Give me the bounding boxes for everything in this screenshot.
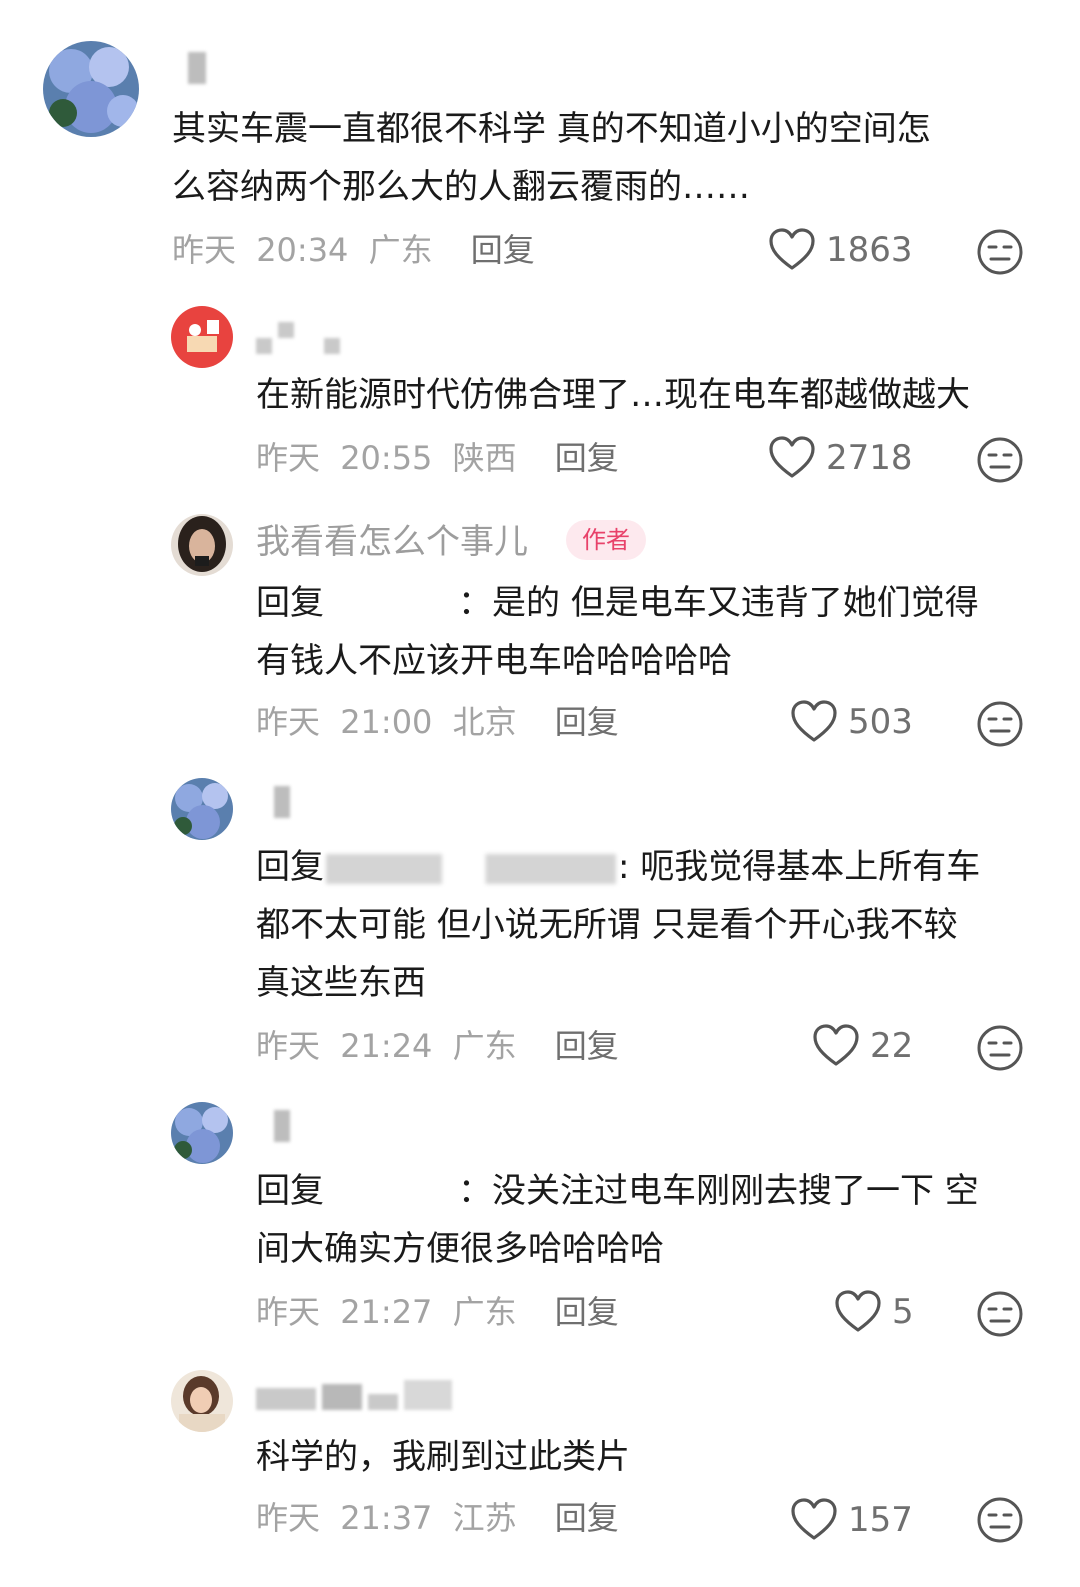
reply-button[interactable]: 回复 [555,703,619,741]
comment-meta: 昨天 20:55 陕西 回复 [256,436,619,480]
comment-text-line: 真这些东西 [256,963,426,1003]
avatar[interactable] [171,1370,233,1432]
comment-time: 20:55 [340,439,433,477]
comment-text: 回复 ：没关注过电车刚刚去搜了一下 空 间大确实方便很多哈哈哈哈 [256,1162,979,1278]
comment-location: 广东 [368,231,433,269]
comment-text: 科学的，我刷到过此类片 [256,1428,630,1486]
like-button[interactable]: 22 [812,1024,913,1068]
comment-meta: 昨天 21:27 广东 回复 [256,1290,619,1334]
reply-button[interactable]: 回复 [471,231,535,269]
avatar[interactable] [171,1102,233,1164]
comment-text-line: 在新能源时代仿佛合理了…现在电车都越做越大 [256,375,970,415]
author-username[interactable]: 我看看怎么个事儿 [256,520,528,564]
reply-button[interactable]: 回复 [555,1027,619,1065]
heart-outline-icon [813,1024,859,1066]
comment-day: 昨天 [256,439,321,477]
comment-text-segment: ：是的 但是电车又违背了她们觉得 [458,583,979,623]
reply-button[interactable]: 回复 [555,1293,619,1331]
username-redacted[interactable] [274,786,290,818]
comment-meta: 昨天 20:34 广东 回复 [172,228,535,272]
avatar[interactable] [171,306,233,368]
comment-meta: 昨天 21:37 江苏 回复 [256,1496,619,1540]
dislike-button[interactable] [976,1024,1024,1072]
redacted-username [326,590,456,620]
comment-day: 昨天 [256,1499,321,1537]
heart-outline-icon [769,436,815,478]
reply-prefix: 回复 [256,1171,324,1211]
reply-button[interactable]: 回复 [555,439,619,477]
dislike-button[interactable] [976,436,1024,484]
reply-button[interactable]: 回复 [555,1499,619,1537]
like-button[interactable]: 2718 [768,436,913,480]
username-redacted[interactable] [274,1110,290,1142]
comment-meta: 昨天 21:00 北京 回复 [256,700,619,744]
neutral-face-icon [977,229,1023,275]
comment-text-line: 都不太可能 但小说无所谓 只是看个开心我不较 [256,905,958,945]
like-button[interactable]: 5 [834,1290,914,1334]
neutral-face-icon [977,1025,1023,1071]
like-button[interactable]: 157 [790,1498,913,1542]
comment-text-line: 其实车震一直都很不科学 真的不知道小小的空间怎 [172,109,931,149]
avatar[interactable] [171,514,233,576]
like-count: 1863 [826,230,913,270]
dislike-button[interactable] [976,1290,1024,1338]
username-redacted[interactable] [256,1380,452,1410]
like-count: 503 [848,702,913,742]
avatar[interactable] [171,778,233,840]
heart-outline-icon [769,228,815,270]
comment-time: 21:37 [340,1499,433,1537]
comment-text-line: 回复 ：没关注过电车刚刚去搜了一下 空 [256,1162,979,1220]
like-count: 2718 [826,438,913,478]
comment-text-line: 回复 : 呃我觉得基本上所有车 [256,838,980,896]
neutral-face-icon [977,1497,1023,1543]
comment-location: 北京 [452,703,517,741]
avatar[interactable] [43,41,139,137]
redacted-username [326,853,616,884]
like-count: 157 [848,1500,913,1540]
reply-prefix: 回复 [256,583,324,623]
comment-text-segment: : 呃我觉得基本上所有车 [618,847,981,887]
comment-text-line: 科学的，我刷到过此类片 [256,1437,630,1477]
comment-location: 广东 [452,1027,517,1065]
comment-time: 21:00 [340,703,433,741]
comment-location: 江苏 [452,1499,517,1537]
comment-time: 21:24 [340,1027,433,1065]
neutral-face-icon [977,437,1023,483]
comment-time: 21:27 [340,1293,433,1331]
comment-text-line: 有钱人不应该开电车哈哈哈哈哈 [256,641,732,681]
comment-text-line: 么容纳两个那么大的人翻云覆雨的…… [172,167,750,207]
dislike-button[interactable] [976,1496,1024,1544]
redacted-username [326,1178,456,1208]
comment-text: 回复 ：是的 但是电车又违背了她们觉得 有钱人不应该开电车哈哈哈哈哈 [256,574,979,690]
username-redacted[interactable] [256,322,340,354]
comment-day: 昨天 [256,1027,321,1065]
like-button[interactable]: 503 [790,700,913,744]
like-button[interactable]: 1863 [768,228,913,272]
comment-time: 20:34 [256,231,349,269]
comment-location: 陕西 [452,439,517,477]
heart-outline-icon [791,1498,837,1540]
comment-day: 昨天 [256,703,321,741]
dislike-button[interactable] [976,228,1024,276]
comment-text-line: 回复 ：是的 但是电车又违背了她们觉得 [256,574,979,632]
heart-outline-icon [835,1290,881,1332]
reply-prefix: 回复 [256,847,324,887]
neutral-face-icon [977,1291,1023,1337]
comment-text: 在新能源时代仿佛合理了…现在电车都越做越大 [256,366,970,424]
heart-outline-icon [791,700,837,742]
username-redacted[interactable] [188,52,206,84]
like-count: 5 [892,1292,914,1332]
comment-text-segment: ：没关注过电车刚刚去搜了一下 空 [458,1171,979,1211]
comment-day: 昨天 [172,231,237,269]
comment-text: 回复 : 呃我觉得基本上所有车 都不太可能 但小说无所谓 只是看个开心我不较 真这… [256,838,980,1012]
dislike-button[interactable] [976,700,1024,748]
comment-text-line: 间大确实方便很多哈哈哈哈 [256,1229,664,1269]
neutral-face-icon [977,701,1023,747]
comment-location: 广东 [452,1293,517,1331]
author-badge: 作者 [566,520,646,560]
comment-meta: 昨天 21:24 广东 回复 [256,1024,619,1068]
comment-day: 昨天 [256,1293,321,1331]
comment-text: 其实车震一直都很不科学 真的不知道小小的空间怎 么容纳两个那么大的人翻云覆雨的…… [172,100,931,216]
like-count: 22 [870,1026,914,1066]
